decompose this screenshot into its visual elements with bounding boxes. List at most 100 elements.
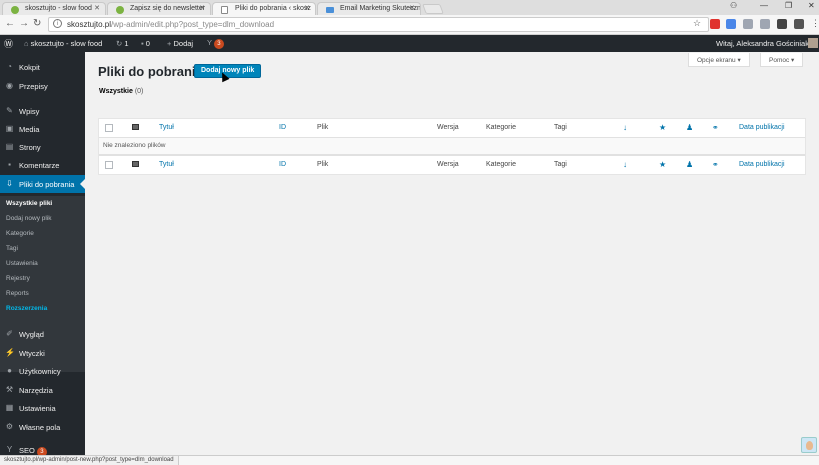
comments-link[interactable]: ▪ 0	[141, 39, 150, 48]
select-all-checkbox[interactable]	[105, 161, 113, 169]
sidebar-item-wtyczki[interactable]: ⚡ Wtyczki	[0, 344, 85, 362]
url-path: /wp-admin/edit.php?post_type=dlm_downloa…	[111, 20, 275, 29]
sidebar-item-wlasne-pola[interactable]: ⚙ Własne pola	[0, 418, 85, 436]
members-only-icon[interactable]: ♟	[686, 160, 693, 169]
submenu-item-categories[interactable]: Kategorie	[6, 230, 34, 237]
column-date[interactable]: Data publikacji	[739, 124, 785, 131]
featured-star-icon[interactable]: ★	[659, 160, 666, 169]
opera-icon[interactable]	[710, 19, 720, 29]
pin-icon: ✎	[6, 106, 13, 115]
main-content: Opcje ekranu ▾ Pomoc ▾ Pliki do pobrania…	[85, 52, 819, 455]
browser-status-bar: skosztujto.pl/wp-admin/post-new.php?post…	[0, 455, 819, 465]
screen-options-button[interactable]: Opcje ekranu ▾	[688, 53, 750, 67]
sidebar-item-strony[interactable]: ▤ Strony	[0, 138, 85, 156]
sidebar-item-label: Kokpit	[19, 63, 40, 72]
members-only-icon[interactable]: ♟	[686, 123, 693, 132]
site-name-link[interactable]: ⌂ skosztujto - slow food	[24, 39, 102, 48]
submenu-item-add-new-file[interactable]: Dodaj nowy plik	[6, 215, 52, 222]
sidebar-item-uzytkownicy[interactable]: ● Użytkownicy	[0, 362, 85, 380]
updates-link[interactable]: ↻ 1	[116, 39, 129, 48]
submenu-item-logs[interactable]: Rejestry	[6, 275, 30, 282]
browser-menu-icon[interactable]: ⋮	[811, 18, 819, 29]
downloads-table: Tytuł ID Plik Wersja Kategorie Tagi ↓ ★ …	[98, 118, 806, 175]
column-tags: Tagi	[554, 124, 567, 131]
bookmark-star-icon[interactable]: ☆	[693, 18, 701, 29]
wordpress-logo-icon[interactable]: Ⓦ	[4, 37, 13, 50]
sidebar-item-pliki-do-pobrania[interactable]: ⇩ Pliki do pobrania	[0, 175, 85, 193]
sidebar-item-wyglad[interactable]: ✐ Wygląd	[0, 325, 85, 343]
sidebar-item-kokpit[interactable]: ◔ Kokpit	[0, 58, 85, 76]
mail-favicon-icon	[326, 7, 334, 13]
sidebar-item-komentarze[interactable]: ▪ Komentarze	[0, 156, 85, 174]
tab-close-icon[interactable]: ✕	[199, 4, 205, 12]
window-close-icon[interactable]: ✕	[808, 1, 815, 10]
tab-close-icon[interactable]: ✕	[304, 4, 310, 12]
sidebar-item-ustawienia[interactable]: ▦ Ustawienia	[0, 399, 85, 417]
empty-message: Nie znaleziono plików	[103, 142, 166, 149]
gear-icon: ⚙	[5, 422, 14, 431]
user-avatar[interactable]	[808, 38, 818, 48]
select-all-checkbox[interactable]	[105, 124, 113, 132]
minimize-icon[interactable]: —	[760, 1, 768, 10]
sidebar-item-media[interactable]: ▣ Media	[0, 120, 85, 138]
featured-star-icon[interactable]: ★	[659, 123, 666, 132]
reader-icon[interactable]	[794, 19, 804, 29]
help-button[interactable]: Pomoc ▾	[760, 53, 804, 67]
column-categories: Kategorie	[486, 124, 516, 131]
redirect-link-icon[interactable]: ⚭	[712, 160, 719, 169]
browser-tab[interactable]: skosztujto - slow food ✕	[2, 2, 106, 15]
add-new-link[interactable]: + Dodaj	[167, 39, 193, 48]
clipboard-icon[interactable]	[760, 19, 770, 29]
sidebar-item-label: Przepisy	[19, 82, 48, 91]
tab-close-icon[interactable]: ✕	[94, 4, 100, 12]
site-info-icon[interactable]: i	[53, 19, 62, 28]
comments-count: 0	[145, 39, 150, 48]
brush-icon: ✐	[6, 329, 13, 338]
shield-icon[interactable]	[777, 19, 787, 29]
column-categories: Kategorie	[486, 161, 516, 168]
filter-all-link[interactable]: Wszystkie	[99, 88, 133, 95]
new-tab-button[interactable]	[422, 4, 444, 14]
page-favicon-icon	[221, 6, 228, 14]
submenu-item-settings[interactable]: Ustawienia	[6, 260, 38, 267]
calendar-icon[interactable]	[726, 19, 736, 29]
user-greeting[interactable]: Witaj, Aleksandra Gościniak	[716, 39, 809, 48]
plus-icon: +	[167, 39, 172, 48]
address-bar[interactable]: i skosztujto.pl/wp-admin/edit.php?post_t…	[48, 17, 709, 32]
browser-tab[interactable]: Email Marketing Skuteczn ✕	[317, 2, 421, 15]
sidebar-item-przepisy[interactable]: ◉ Przepisy	[0, 77, 85, 95]
profile-icon[interactable]: ⚇	[730, 1, 737, 10]
download-count-icon[interactable]: ↓	[623, 160, 627, 169]
media-icon: ▣	[5, 124, 14, 133]
reload-icon[interactable]: ↻	[33, 18, 41, 29]
column-title[interactable]: Tytuł	[159, 124, 174, 131]
redirect-link-icon[interactable]: ⚭	[712, 123, 719, 132]
maximize-icon[interactable]: ❐	[785, 1, 792, 10]
browser-tab[interactable]: Zapisz się do newsletter ✕	[107, 2, 211, 15]
submenu-item-tags[interactable]: Tagi	[6, 245, 18, 252]
forward-arrow-icon[interactable]: →	[19, 18, 29, 29]
column-file: Plik	[317, 124, 329, 131]
table-header-row: Tytuł ID Plik Wersja Kategorie Tagi ↓ ★ …	[99, 119, 805, 138]
sidebar-item-wpisy[interactable]: ✎ Wpisy	[0, 102, 85, 120]
column-date[interactable]: Data publikacji	[739, 161, 785, 168]
sidebar-item-label: Użytkownicy	[19, 367, 61, 376]
yoast-link[interactable]: Y 3	[207, 38, 224, 49]
browser-tab-active[interactable]: Pliki do pobrania ‹ skosz ✕	[212, 2, 316, 15]
column-id[interactable]: ID	[279, 124, 286, 131]
submenu-item-reports[interactable]: Reports	[6, 290, 29, 297]
submenu-item-extensions[interactable]: Rozszerzenia	[6, 305, 47, 312]
column-title[interactable]: Tytuł	[159, 161, 174, 168]
settings-icon: ▦	[5, 403, 14, 412]
download-count-icon[interactable]: ↓	[623, 123, 627, 132]
filter-all-count: (0)	[134, 88, 144, 95]
column-version: Wersja	[437, 161, 459, 168]
submenu-item-all-files[interactable]: Wszystkie pliki	[6, 200, 52, 207]
column-id[interactable]: ID	[279, 161, 286, 168]
comments-icon: ▪	[8, 160, 11, 169]
sidebar-item-label: Media	[19, 125, 40, 134]
tab-close-icon[interactable]: ✕	[409, 4, 415, 12]
sidebar-item-narzedzia[interactable]: ⚒ Narzędzia	[0, 381, 85, 399]
back-arrow-icon[interactable]: ←	[5, 18, 15, 29]
music-icon[interactable]	[743, 19, 753, 29]
